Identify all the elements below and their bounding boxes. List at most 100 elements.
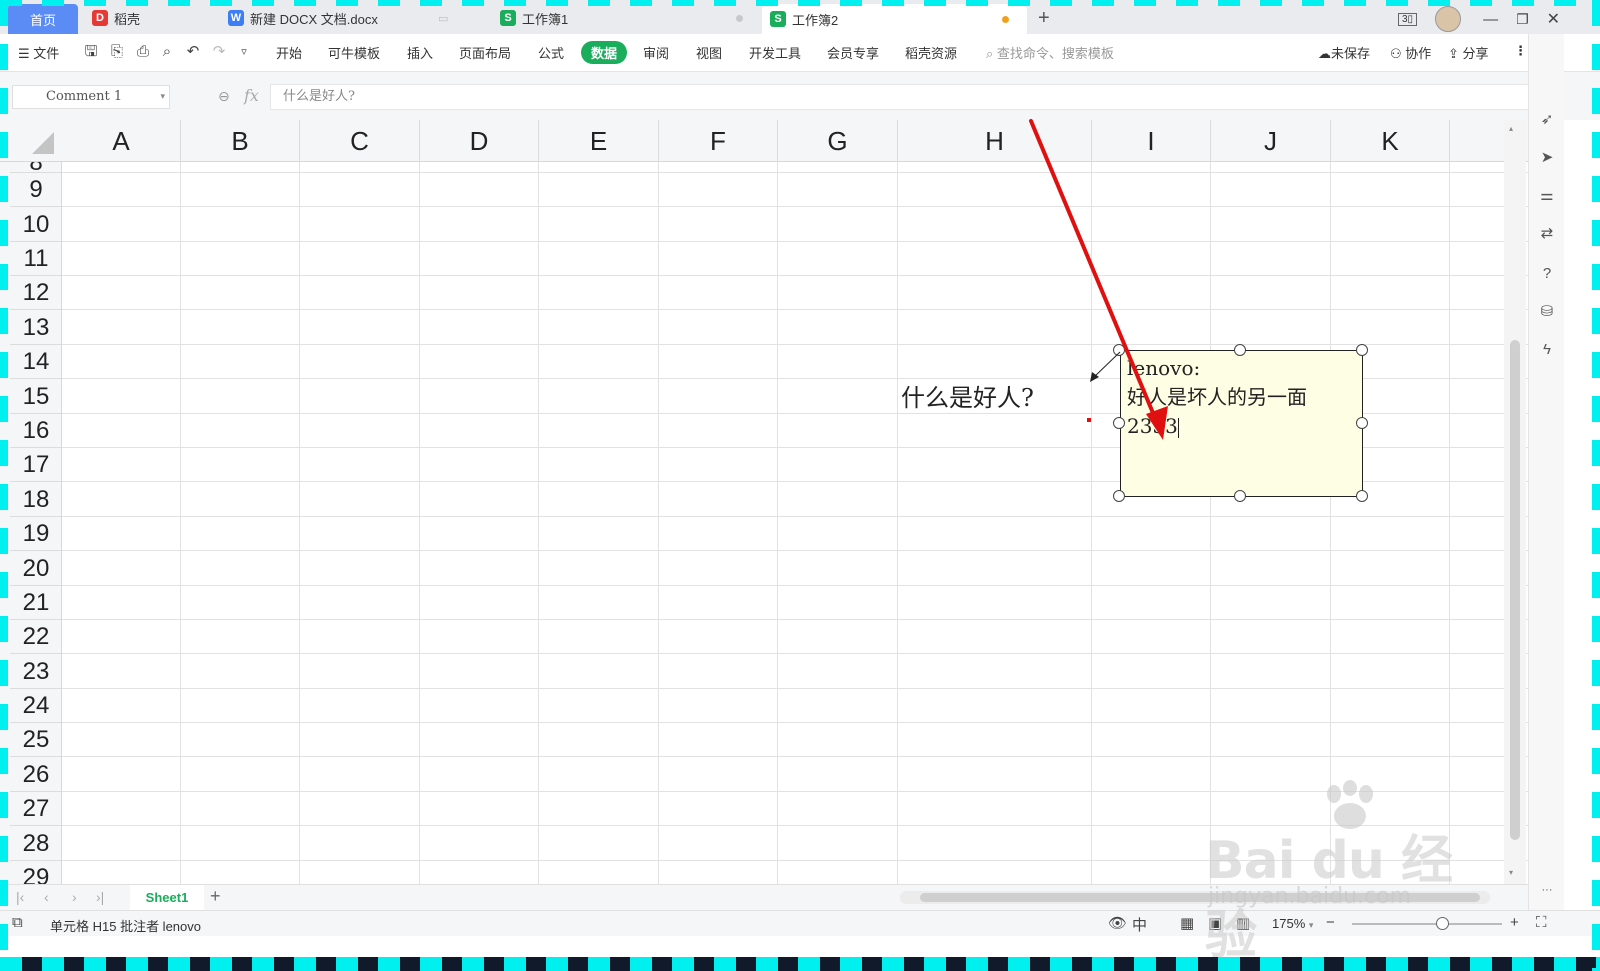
row-header[interactable]: 9 bbox=[10, 173, 61, 207]
column-header-a[interactable]: A bbox=[62, 120, 181, 162]
scroll-up-icon[interactable]: ▴ bbox=[1509, 124, 1513, 133]
export-icon[interactable]: ⎘ bbox=[108, 43, 126, 61]
menu-data[interactable]: 数据 bbox=[581, 41, 628, 64]
resize-handle[interactable] bbox=[1234, 490, 1246, 502]
menu-daoke-resources[interactable]: 稻壳资源 bbox=[905, 43, 957, 62]
row-header[interactable]: 26 bbox=[10, 757, 61, 792]
column-header-i[interactable]: I bbox=[1092, 120, 1211, 162]
menu-formula[interactable]: 公式 bbox=[538, 43, 564, 62]
row-header[interactable]: 15 bbox=[10, 379, 61, 414]
print-icon[interactable]: ⎙ bbox=[134, 43, 152, 61]
sheet-tab-sheet1[interactable]: Sheet1 bbox=[130, 885, 204, 910]
fullscreen-icon[interactable]: ⛶ bbox=[1536, 914, 1547, 931]
minimize-icon[interactable]: — bbox=[1483, 11, 1498, 28]
tab-book2[interactable]: S 工作簿2 bbox=[762, 4, 1027, 34]
menu-start[interactable]: 开始 bbox=[276, 43, 302, 62]
tab-book1[interactable]: S 工作簿1 bbox=[500, 4, 755, 32]
new-tab-button[interactable]: + bbox=[1038, 4, 1050, 32]
vertical-scroll-thumb[interactable] bbox=[1510, 340, 1520, 840]
column-header-c[interactable]: C bbox=[300, 120, 420, 162]
menu-review[interactable]: 审阅 bbox=[643, 43, 669, 62]
add-sheet-button[interactable]: + bbox=[210, 886, 221, 907]
horizontal-scroll-thumb[interactable] bbox=[920, 893, 1480, 902]
restore-icon[interactable]: ❐ bbox=[1516, 11, 1529, 28]
comment-line-2[interactable]: 2333 bbox=[1127, 412, 1356, 441]
more-dots-icon[interactable]: ··· bbox=[1537, 880, 1557, 900]
prev-sheet-icon[interactable]: ‹ bbox=[44, 889, 49, 905]
file-menu-button[interactable]: ☰ 文件 bbox=[18, 43, 59, 62]
column-header-k[interactable]: K bbox=[1331, 120, 1450, 162]
resize-handle[interactable] bbox=[1113, 417, 1125, 429]
row-header[interactable]: 27 bbox=[10, 792, 61, 826]
column-header-e[interactable]: E bbox=[539, 120, 659, 162]
row-header[interactable]: 20 bbox=[10, 551, 61, 586]
comment-line-1[interactable]: 好人是坏人的另一面 bbox=[1127, 383, 1356, 412]
next-sheet-icon[interactable]: › bbox=[72, 889, 77, 905]
row-header[interactable]: 12 bbox=[10, 276, 61, 310]
column-header-g[interactable]: G bbox=[778, 120, 898, 162]
zoom-slider[interactable] bbox=[1352, 917, 1502, 930]
name-box[interactable]: Comment 1 ▾ bbox=[12, 85, 170, 109]
normal-view-icon[interactable]: ▦ bbox=[1180, 914, 1194, 932]
help-icon[interactable]: ? bbox=[1537, 264, 1557, 284]
collab-button[interactable]: ⚇ 协作 bbox=[1390, 43, 1431, 62]
zoom-level[interactable]: 175% ▾ bbox=[1272, 916, 1313, 931]
input-method-icon[interactable]: 中 bbox=[1132, 914, 1147, 935]
cell-h15[interactable]: 什么是好人? bbox=[901, 378, 1034, 413]
page-break-view-icon[interactable]: ▥ bbox=[1236, 914, 1250, 932]
row-header[interactable]: 23 bbox=[10, 654, 61, 689]
comment-box[interactable]: lenovo: 好人是坏人的另一面 2333 bbox=[1120, 350, 1363, 497]
tab-home[interactable]: 首页 bbox=[8, 4, 78, 34]
resize-handle[interactable] bbox=[1113, 490, 1125, 502]
column-header-d[interactable]: D bbox=[420, 120, 539, 162]
redo-icon[interactable]: ↷ bbox=[210, 43, 228, 61]
row-header[interactable]: 22 bbox=[10, 620, 61, 654]
horizontal-scrollbar[interactable] bbox=[900, 891, 1490, 904]
more-options-icon[interactable]: ⋮ bbox=[1514, 43, 1527, 59]
resize-handle[interactable] bbox=[1356, 344, 1368, 356]
undo-icon[interactable]: ↶ bbox=[184, 43, 202, 61]
row-header[interactable]: 14 bbox=[10, 345, 61, 379]
row-header[interactable]: 11 bbox=[10, 242, 61, 276]
row-header[interactable]: 13 bbox=[10, 310, 61, 345]
pointer-icon[interactable]: ➤ bbox=[1537, 148, 1557, 168]
zoom-out-icon[interactable]: − bbox=[1326, 914, 1335, 931]
row-header[interactable]: 17 bbox=[10, 448, 61, 482]
page-layout-view-icon[interactable]: ▣ bbox=[1208, 914, 1222, 932]
zoom-formula-icon[interactable]: ⊖ bbox=[218, 88, 230, 105]
macro-record-icon[interactable]: ⧉ bbox=[12, 914, 23, 931]
menu-templates[interactable]: 可牛模板 bbox=[328, 43, 380, 62]
resize-handle[interactable] bbox=[1113, 344, 1125, 356]
menu-member[interactable]: 会员专享 bbox=[827, 43, 879, 62]
row-header[interactable]: 21 bbox=[10, 586, 61, 620]
layout-badge-icon[interactable]: 3▯ bbox=[1398, 12, 1418, 26]
resize-handle[interactable] bbox=[1356, 417, 1368, 429]
row-header[interactable]: 28 bbox=[10, 826, 61, 861]
tab-docx[interactable]: W 新建 DOCX 文档.docx ▭ bbox=[228, 4, 488, 32]
menu-insert[interactable]: 插入 bbox=[407, 43, 433, 62]
lightning-icon[interactable]: ϟ bbox=[1537, 340, 1557, 360]
vertical-scrollbar[interactable]: ▴ ▾ bbox=[1504, 120, 1526, 886]
eye-protection-icon[interactable]: 👁 bbox=[1108, 914, 1127, 932]
fx-icon[interactable]: fx bbox=[244, 86, 259, 105]
row-header[interactable]: 18 bbox=[10, 482, 61, 517]
row-header[interactable]: 16 bbox=[10, 414, 61, 448]
row-header[interactable]: 19 bbox=[10, 517, 61, 551]
column-header-h[interactable]: H bbox=[898, 120, 1092, 162]
resize-handle[interactable] bbox=[1234, 344, 1246, 356]
zoom-in-icon[interactable]: + bbox=[1510, 914, 1519, 931]
row-header[interactable]: 10 bbox=[10, 207, 61, 242]
column-header-b[interactable]: B bbox=[181, 120, 300, 162]
save-icon[interactable]: 🖫 bbox=[82, 43, 100, 61]
unsaved-button[interactable]: ☁未保存 bbox=[1318, 43, 1370, 62]
column-header-j[interactable]: J bbox=[1211, 120, 1331, 162]
row-header[interactable]: 25 bbox=[10, 723, 61, 757]
menu-developer[interactable]: 开发工具 bbox=[749, 43, 801, 62]
transform-icon[interactable]: ⇄ bbox=[1537, 224, 1557, 244]
menu-page-layout[interactable]: 页面布局 bbox=[459, 43, 511, 62]
first-sheet-icon[interactable]: |‹ bbox=[16, 889, 24, 905]
avatar[interactable] bbox=[1435, 6, 1462, 32]
sliders-icon[interactable]: ⚌ bbox=[1537, 186, 1557, 206]
column-header-f[interactable]: F bbox=[659, 120, 778, 162]
resize-handle[interactable] bbox=[1356, 490, 1368, 502]
